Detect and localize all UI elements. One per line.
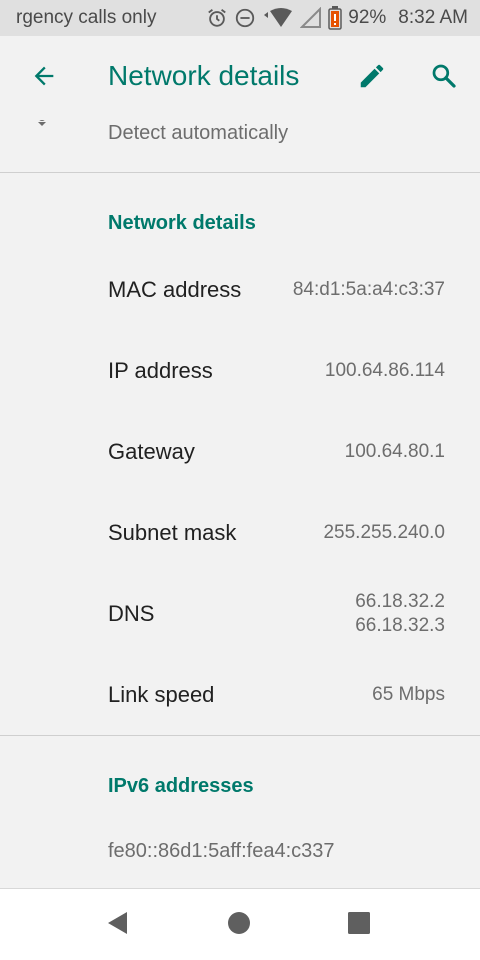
- pencil-icon: [357, 61, 387, 96]
- divider: [0, 735, 480, 736]
- ip-address-value: 100.64.86.114: [324, 360, 445, 381]
- ip-settings-row[interactable]: Detect automatically: [0, 120, 480, 172]
- gateway-value: 100.64.80.1: [344, 441, 445, 462]
- ip-address-label: IP address: [108, 358, 213, 383]
- subnet-mask-value: 255.255.240.0: [323, 522, 445, 543]
- status-bar: rgency calls only 92% 8:32 AM: [0, 0, 480, 36]
- arrow-back-icon: [30, 62, 58, 95]
- gateway-label: Gateway: [108, 439, 195, 464]
- link-speed-value: 65 Mbps: [372, 684, 445, 705]
- home-circle-icon: [227, 911, 251, 940]
- settings-content[interactable]: Detect automatically Network details MAC…: [0, 120, 480, 888]
- ip-address-row[interactable]: IP address 100.64.86.114: [0, 331, 480, 411]
- cell-signal-icon: [300, 7, 322, 29]
- nav-home-button[interactable]: [215, 901, 263, 949]
- back-triangle-icon: [105, 910, 131, 941]
- dns-label: DNS: [108, 601, 155, 626]
- alarm-icon: [206, 7, 228, 29]
- battery-icon: [328, 6, 342, 30]
- search-icon: [429, 61, 459, 96]
- ip-settings-value: Detect automatically: [108, 122, 289, 144]
- back-button[interactable]: [22, 56, 66, 100]
- settings-icon: [32, 120, 52, 137]
- link-speed-row[interactable]: Link speed 65 Mbps: [0, 655, 480, 735]
- wifi-icon: [262, 7, 294, 29]
- recents-square-icon: [347, 911, 371, 940]
- mac-address-row[interactable]: MAC address 84:d1:5a:a4:c3:37: [0, 250, 480, 330]
- mac-address-label: MAC address: [108, 277, 242, 302]
- dns-row[interactable]: DNS 66.18.32.2 66.18.32.3: [0, 574, 480, 654]
- link-speed-label: Link speed: [108, 682, 215, 707]
- page-title: Network details: [108, 60, 300, 91]
- section-header-ipv6: IPv6 addresses: [108, 775, 254, 797]
- do-not-disturb-icon: [234, 7, 256, 29]
- status-icons: 92% 8:32 AM: [206, 0, 468, 36]
- mac-address-value: 84:d1:5a:a4:c3:37: [292, 279, 445, 300]
- divider: [0, 172, 480, 173]
- search-button[interactable]: [422, 56, 466, 100]
- edit-button[interactable]: [350, 56, 394, 100]
- gateway-row[interactable]: Gateway 100.64.80.1: [0, 412, 480, 492]
- dns-primary-value: 66.18.32.2: [355, 591, 445, 612]
- clock: 8:32 AM: [398, 7, 468, 28]
- subnet-mask-row[interactable]: Subnet mask 255.255.240.0: [0, 493, 480, 573]
- navigation-bar: [0, 888, 480, 960]
- subnet-mask-label: Subnet mask: [108, 520, 237, 545]
- nav-recents-button[interactable]: [335, 901, 383, 949]
- dns-value: 66.18.32.2 66.18.32.3: [355, 590, 445, 638]
- carrier-text: rgency calls only: [16, 7, 157, 28]
- app-bar: Network details: [0, 36, 480, 120]
- battery-percent: 92%: [348, 7, 387, 28]
- dns-secondary-value: 66.18.32.3: [355, 615, 445, 636]
- section-header-network-details: Network details: [108, 212, 256, 234]
- nav-back-button[interactable]: [94, 901, 142, 949]
- ipv6-address-value: fe80::86d1:5aff:fea4:c337: [108, 840, 335, 862]
